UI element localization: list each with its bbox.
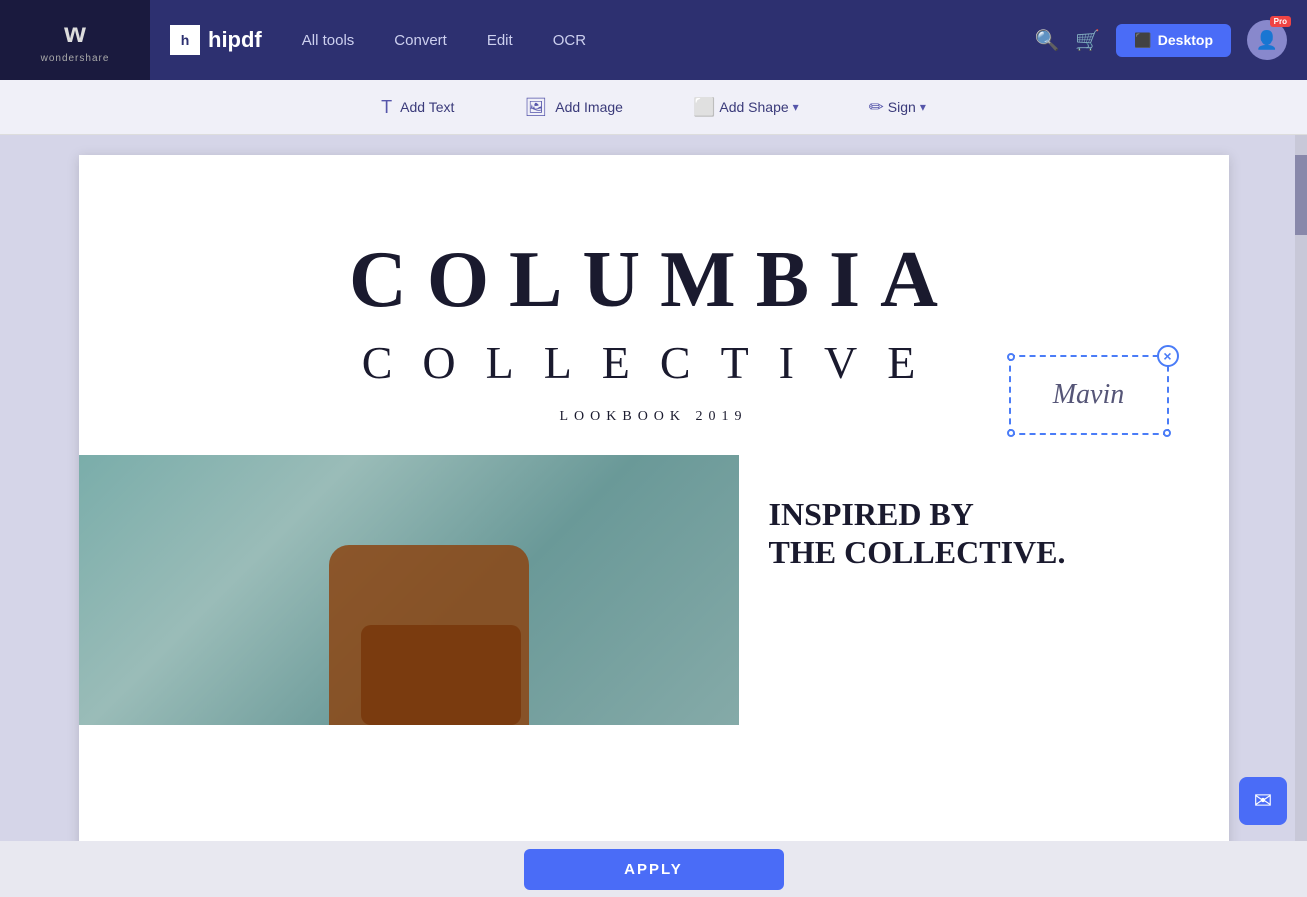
columbia-title: COLUMBIA xyxy=(79,235,1229,326)
inspired-line2: THE COLLECTIVE. xyxy=(769,534,1066,570)
email-icon: ✉ xyxy=(1254,788,1272,814)
signature-close-button[interactable]: × xyxy=(1157,345,1179,367)
pdf-viewer: COLUMBIA COLLECTIVE LOOKBOOK 2019 × Mavi… xyxy=(0,135,1307,841)
signature-text: Mavin xyxy=(1053,379,1125,411)
inspired-heading: INSPIRED BY THE COLLECTIVE. xyxy=(769,495,1066,572)
nav-ocr[interactable]: OCR xyxy=(553,32,586,49)
add-shape-button[interactable]: ⬜ Add Shape ▾ xyxy=(683,91,809,124)
editor-toolbar: T Add Text 🖼 Add Image ⬜ Add Shape ▾ ✏ S… xyxy=(0,80,1307,135)
pdf-image-area: INSPIRED BY THE COLLECTIVE. xyxy=(79,455,1229,725)
add-text-label: Add Text xyxy=(400,99,454,115)
desktop-label: Desktop xyxy=(1158,32,1213,48)
nav-convert[interactable]: Convert xyxy=(394,32,447,49)
pro-badge: Pro xyxy=(1270,16,1291,27)
avatar-icon: 👤 xyxy=(1256,30,1278,51)
text-icon: T xyxy=(381,97,392,118)
pdf-page: COLUMBIA COLLECTIVE LOOKBOOK 2019 × Mavi… xyxy=(79,155,1229,841)
inspired-text-area: INSPIRED BY THE COLLECTIVE. xyxy=(739,455,1229,725)
signature-overlay[interactable]: × Mavin xyxy=(1009,355,1169,435)
apply-bar: APPLY xyxy=(0,841,1307,897)
hipdf-label: hipdf xyxy=(208,27,262,53)
nav-actions: 🔍 🛒 ⬛ Desktop 👤 Pro xyxy=(1015,20,1307,60)
desktop-button[interactable]: ⬛ Desktop xyxy=(1116,24,1231,57)
user-avatar[interactable]: 👤 Pro xyxy=(1247,20,1287,60)
resize-handle-bl[interactable] xyxy=(1007,429,1015,437)
scrollbar-thumb[interactable] xyxy=(1295,155,1307,235)
add-text-button[interactable]: T Add Text xyxy=(371,91,464,124)
top-navigation: w wondershare h hipdf All tools Convert … xyxy=(0,0,1307,80)
shape-chevron-icon: ▾ xyxy=(793,100,799,114)
search-button[interactable]: 🔍 xyxy=(1035,28,1060,53)
scrollbar[interactable] xyxy=(1295,135,1307,841)
shape-icon: ⬜ xyxy=(693,97,715,118)
chair-image xyxy=(79,455,739,725)
hipdf-brand: h hipdf xyxy=(150,25,282,55)
main-area: COLUMBIA COLLECTIVE LOOKBOOK 2019 × Mavi… xyxy=(0,135,1307,841)
email-chat-button[interactable]: ✉ xyxy=(1239,777,1287,825)
sign-button[interactable]: ✏ Sign ▾ xyxy=(859,91,936,124)
desktop-icon: ⬛ xyxy=(1134,32,1151,49)
inspired-line1: INSPIRED BY xyxy=(769,496,974,532)
resize-handle-tl[interactable] xyxy=(1007,353,1015,361)
add-image-button[interactable]: 🖼 Add Image xyxy=(514,91,633,124)
sign-icon: ✏ xyxy=(869,97,884,118)
sign-chevron-icon: ▾ xyxy=(920,100,926,114)
add-shape-label: Add Shape xyxy=(719,99,788,115)
nav-edit[interactable]: Edit xyxy=(487,32,513,49)
add-image-label: Add Image xyxy=(555,99,623,115)
wondershare-brand: w wondershare xyxy=(0,0,150,80)
nav-all-tools[interactable]: All tools xyxy=(302,32,355,49)
cart-button[interactable]: 🛒 xyxy=(1075,28,1100,53)
image-icon: 🖼 xyxy=(524,97,547,118)
resize-handle-br[interactable] xyxy=(1163,429,1171,437)
wondershare-icon: w xyxy=(64,17,86,49)
nav-links: All tools Convert Edit OCR xyxy=(282,32,1015,49)
hipdf-icon: h xyxy=(170,25,200,55)
sign-label: Sign xyxy=(888,99,916,115)
wondershare-label: wondershare xyxy=(41,53,110,64)
apply-button[interactable]: APPLY xyxy=(524,849,784,890)
